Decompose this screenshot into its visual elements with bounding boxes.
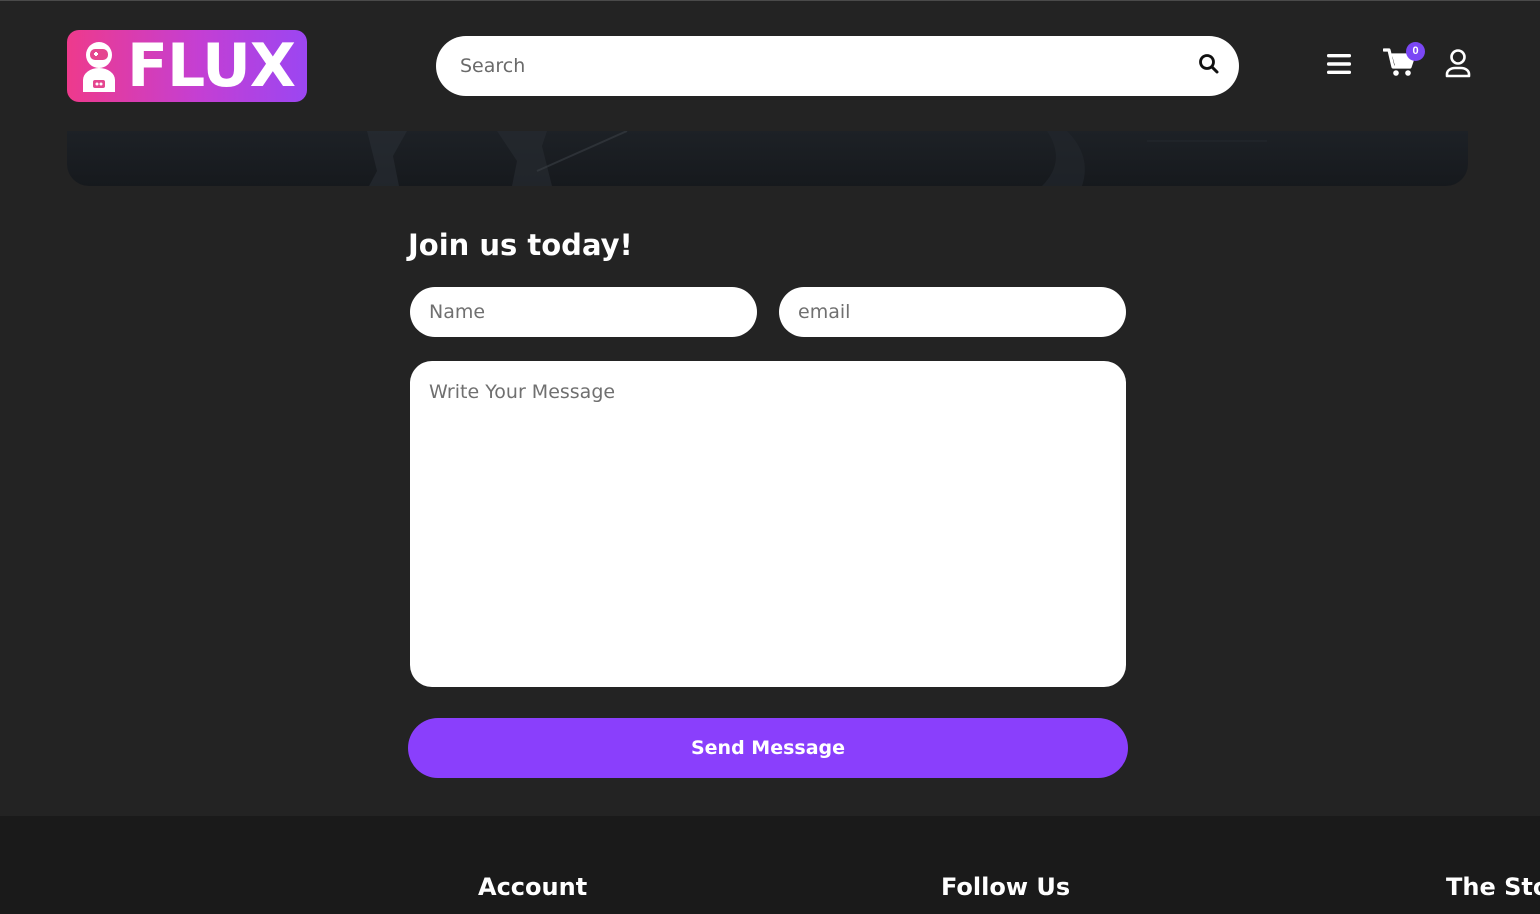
flux-logo[interactable]: FLUX	[67, 30, 307, 102]
footer-heading-account: Account	[478, 873, 588, 901]
footer-heading-store: The Sto	[1446, 873, 1540, 901]
message-field[interactable]	[410, 361, 1126, 687]
send-message-button[interactable]: Send Message	[408, 718, 1128, 778]
user-icon[interactable]	[1444, 48, 1472, 78]
astronaut-icon	[83, 42, 115, 92]
search-bar	[436, 36, 1239, 96]
footer-heading-follow-us: Follow Us	[941, 873, 1071, 901]
footer	[0, 816, 1540, 914]
email-field[interactable]	[779, 287, 1126, 337]
search-input[interactable]	[460, 36, 1180, 96]
menu-icon[interactable]	[1326, 51, 1352, 77]
form-title: Join us today!	[408, 228, 633, 262]
cart-count-badge: 0	[1406, 42, 1425, 61]
top-border	[0, 0, 1540, 1]
search-icon[interactable]	[1197, 52, 1221, 76]
hero-banner-image	[67, 131, 1468, 186]
hero-banner-artwork	[367, 131, 1267, 186]
name-field[interactable]	[410, 287, 757, 337]
logo-text: FLUX	[127, 31, 296, 101]
